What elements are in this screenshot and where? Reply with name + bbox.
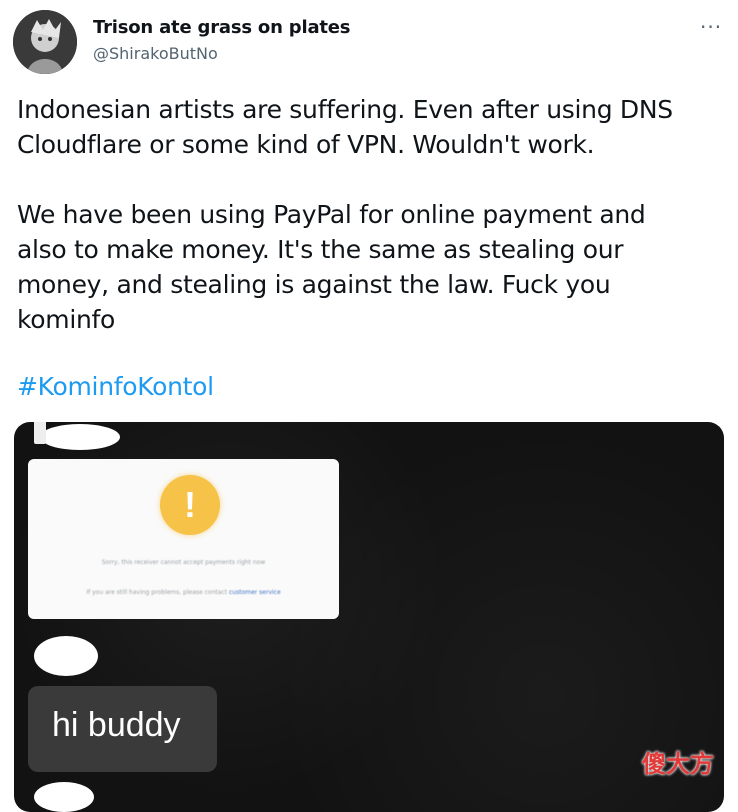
dialog-help-prefix: If you are still having problems, please… [86,589,228,596]
user-handle[interactable]: @ShirakoButNo [93,44,218,63]
tweet-text: Indonesian artists are suffering. Even a… [17,95,673,334]
chat-bubble: hi buddy [28,686,217,772]
redaction-blob [34,636,98,676]
error-dialog: ! Sorry, this receiver cannot accept pay… [28,459,339,619]
redaction-blob [40,424,120,450]
dialog-help-text: If you are still having problems, please… [28,589,339,596]
more-options-icon[interactable]: ··· [700,17,722,37]
dialog-message: Sorry, this receiver cannot accept payme… [101,559,266,566]
avatar[interactable] [13,10,77,74]
customer-service-link: customer service [229,589,281,596]
chat-message: hi buddy [52,706,181,744]
watermark-logo: 傻大方 [642,750,714,778]
display-name[interactable]: Trison ate grass on plates [93,17,351,38]
warning-icon: ! [160,475,220,535]
redaction-blob [34,782,94,812]
redaction-blob [34,422,46,444]
tweet-media-image[interactable]: ! Sorry, this receiver cannot accept pay… [14,422,724,812]
hashtag-link[interactable]: #KominfoKontol [17,369,214,404]
